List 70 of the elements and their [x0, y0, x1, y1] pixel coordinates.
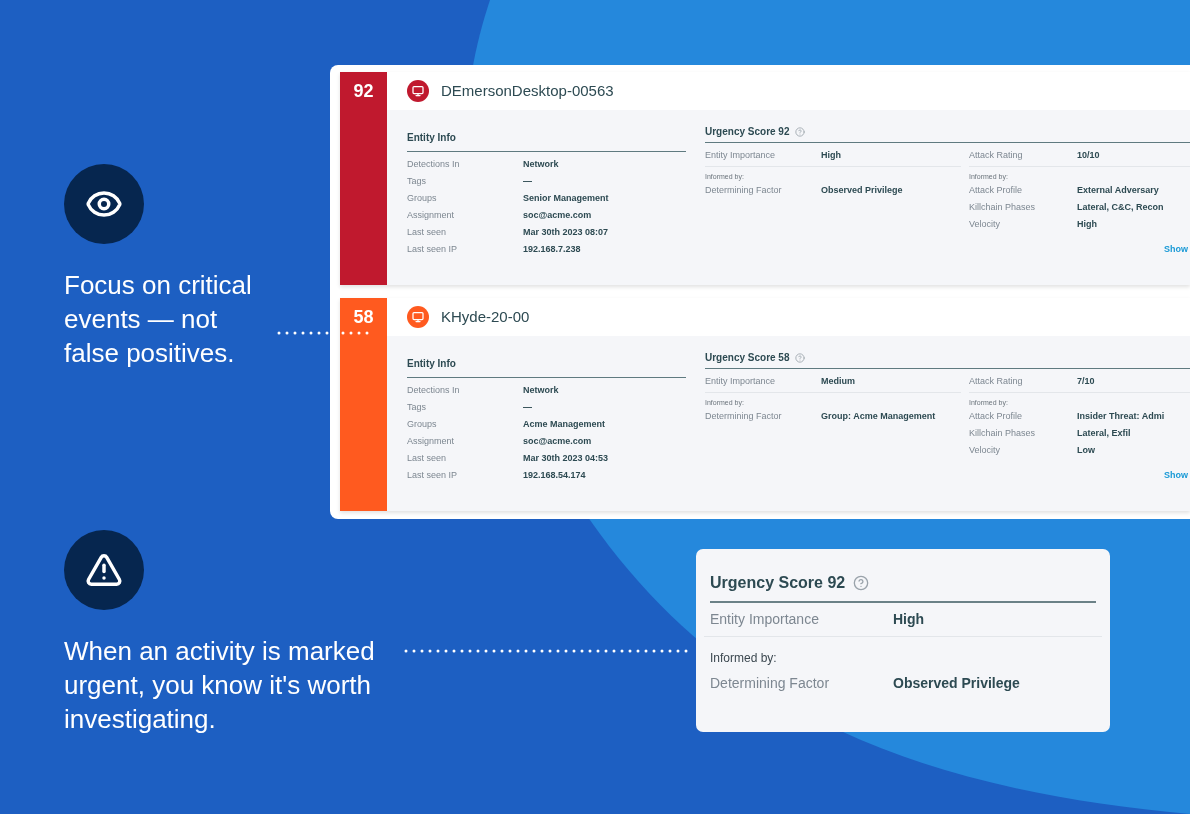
- field-value: Network: [523, 383, 559, 397]
- field-label: Detections In: [407, 157, 461, 171]
- field-value: Network: [523, 157, 559, 171]
- field-value: —: [523, 400, 532, 414]
- help-icon[interactable]: [853, 575, 870, 591]
- field-value: —: [523, 174, 532, 188]
- field-label: Velocity: [969, 218, 1002, 232]
- field-label: Last seen IP: [407, 468, 459, 482]
- field-label: Attack Profile: [969, 410, 1024, 424]
- field-value: Mar 30th 2023 08:07: [523, 225, 609, 239]
- callout-text: Focus on critical events — not false positives.: [64, 269, 253, 370]
- warning-icon: [85, 551, 123, 589]
- field-value: Lateral, C&C, Recon: [1077, 201, 1164, 215]
- field-label: Assignment: [407, 208, 456, 222]
- field-label: Last seen IP: [407, 242, 459, 256]
- field-value: Lateral, Exfil: [1077, 427, 1131, 441]
- field-value: 7/10: [1077, 374, 1095, 388]
- callout-text: When an activity is marked urgent, you know it's worth investigating.: [64, 635, 376, 736]
- help-icon[interactable]: [794, 352, 805, 363]
- field-label: Killchain Phases: [969, 201, 1037, 215]
- field-label: Tags: [407, 174, 427, 188]
- informed-by-label: Informed by:: [710, 650, 778, 667]
- field-value: Mar 30th 2023 04:53: [523, 451, 609, 465]
- field-value: Observed Privilege: [821, 184, 903, 198]
- field-label: Attack Profile: [969, 184, 1024, 198]
- field-value: High: [821, 148, 841, 162]
- entity-name: KHyde-20-00: [441, 306, 530, 327]
- field-value: Medium: [821, 374, 855, 388]
- field-label: Detections In: [407, 383, 461, 397]
- field-label: Groups: [407, 191, 438, 205]
- field-value: 192.168.7.238: [523, 242, 581, 256]
- section-title: Urgency Score 92: [705, 125, 790, 139]
- field-value: soc@acme.com: [523, 434, 592, 448]
- field-label: Groups: [407, 417, 438, 431]
- field-label: Last seen: [407, 225, 448, 239]
- field-label: Determining Factor: [710, 674, 831, 693]
- field-label: Attack Rating: [969, 374, 1024, 388]
- section-title: Urgency Score 58: [705, 351, 790, 365]
- field-value: Insider Threat: Admi: [1077, 410, 1165, 424]
- show-link[interactable]: Show: [1164, 468, 1188, 482]
- section-title: Entity Info: [407, 132, 456, 143]
- field-value: Group: Acme Management: [821, 410, 936, 424]
- field-label: Attack Rating: [969, 148, 1024, 162]
- field-value: Low: [1077, 444, 1095, 458]
- field-value: High: [893, 610, 925, 629]
- help-icon[interactable]: [794, 126, 805, 137]
- field-value: 10/10: [1077, 148, 1100, 162]
- field-value: Acme Management: [523, 417, 606, 431]
- score-value: 58: [353, 306, 374, 328]
- field-label: Assignment: [407, 434, 456, 448]
- field-label: Velocity: [969, 444, 1002, 458]
- field-label: Last seen: [407, 451, 448, 465]
- section-title: Entity Info: [407, 358, 456, 369]
- field-value: Senior Management: [523, 191, 609, 205]
- score-value: 92: [353, 80, 374, 102]
- show-link[interactable]: Show: [1164, 242, 1188, 256]
- field-value: External Adversary: [1077, 184, 1159, 198]
- field-value: Observed Privilege: [893, 674, 1020, 693]
- card-title: Urgency Score 92: [710, 573, 846, 593]
- field-label: Determining Factor: [705, 410, 783, 424]
- field-label: Entity Importance: [710, 610, 820, 629]
- field-label: Determining Factor: [705, 184, 783, 198]
- entity-name: DEmersonDesktop-00563: [441, 80, 614, 101]
- field-label: Killchain Phases: [969, 427, 1037, 441]
- field-value: 192.168.54.174: [523, 468, 586, 482]
- field-label: Tags: [407, 400, 427, 414]
- field-value: soc@acme.com: [523, 208, 592, 222]
- field-label: Entity Importance: [705, 148, 777, 162]
- field-label: Entity Importance: [705, 374, 777, 388]
- field-value: High: [1077, 218, 1097, 232]
